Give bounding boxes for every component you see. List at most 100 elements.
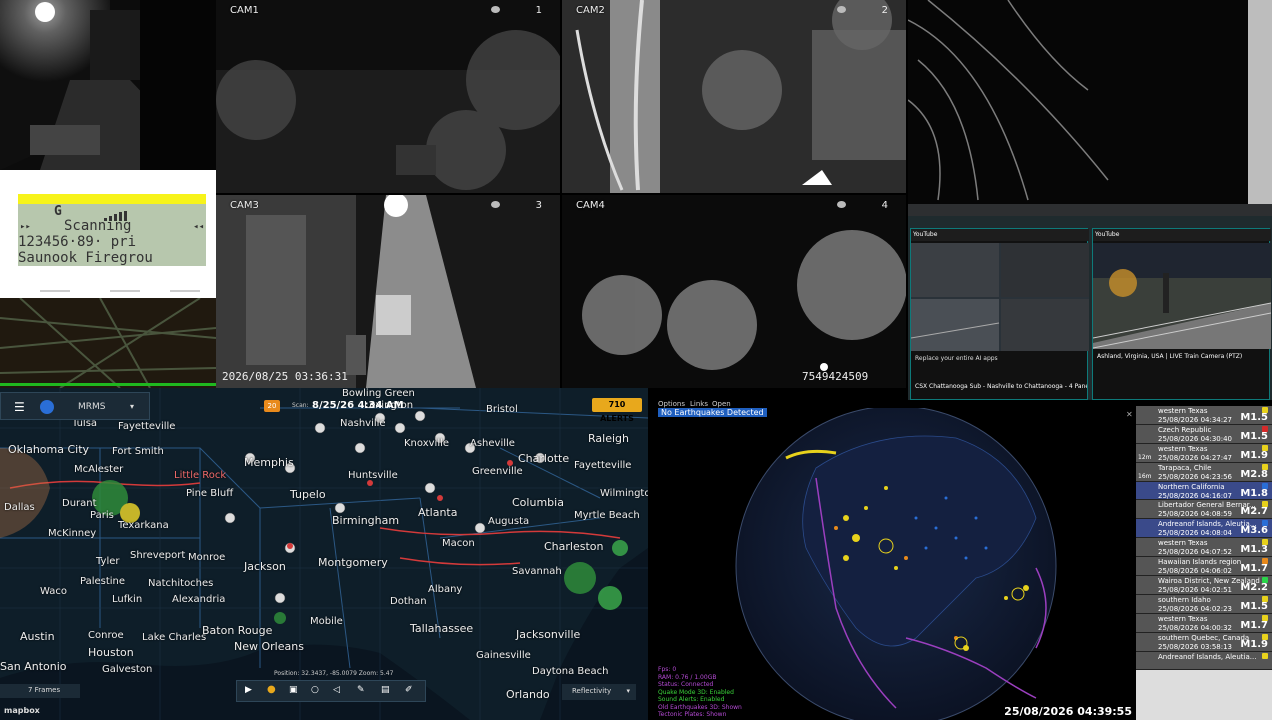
youtube-logo-icon: YouTube [1093, 229, 1271, 241]
cam2-feed[interactable]: CAM2 2 [562, 0, 906, 193]
list-item[interactable]: southern Idaho 25/08/2026 04:02:23 M1.5 [1136, 594, 1272, 614]
train-left-panel[interactable]: YouTube Replace your entire AI apps CSX … [910, 228, 1089, 400]
list-item[interactable]: western Texas 25/08/2026 04:07:52 M1.3 [1136, 538, 1272, 558]
city-label: Fort Smith [112, 446, 164, 457]
alerts-button[interactable]: 710 ALERTS [592, 398, 642, 423]
cam4-image [562, 195, 906, 388]
screenshot-icon[interactable]: ▣ [289, 685, 298, 695]
youtube-logo-icon: YouTube [911, 229, 1089, 241]
city-label: Dothan [390, 596, 427, 607]
city-label: Lake Charles [142, 632, 207, 643]
edit-icon[interactable]: ✐ [405, 685, 413, 695]
city-label: Monroe [188, 552, 226, 563]
cam4-feed[interactable]: CAM4 4 [562, 195, 906, 388]
list-item[interactable]: Czech Republic 25/08/2026 04:30:40 M1.5 [1136, 424, 1272, 444]
city-label: Natchitoches [148, 578, 214, 589]
city-label: Macon [442, 538, 475, 549]
city-label: Knoxville [404, 438, 450, 449]
quake-timestamp: 25/08/2026 04:39:55 [1004, 705, 1132, 718]
list-item[interactable]: western Texas 25/08/2026 04:34:27 M1.5 [1136, 406, 1272, 425]
polygon-tool-icon[interactable]: ◁ [333, 685, 340, 695]
train-right-panel[interactable]: YouTube Ashland, Virginia, USA | LIVE Tr… [1092, 228, 1271, 400]
city-label: Tallahassee [410, 622, 474, 635]
stat-line: Fps: 0 [658, 666, 677, 673]
city-label: San Antonio [0, 660, 67, 673]
city-label: Charleston [544, 540, 604, 553]
list-item[interactable]: Northern California 25/08/2026 04:16:07 M1… [1136, 481, 1272, 501]
city-label: Alexandria [172, 594, 226, 605]
scanner-mode: G [54, 204, 62, 219]
city-label: Pine Bluff [186, 488, 234, 499]
list-item[interactable]: Andreanof Islands, Aleutia... [1136, 651, 1272, 671]
layer-select[interactable]: Reflectivity ▾ [562, 684, 636, 700]
cam3-image [216, 195, 560, 388]
cam4-number: 4 [881, 200, 888, 211]
city-label: Huntsville [348, 470, 398, 481]
cam1-feed[interactable]: CAM1 1 [216, 0, 560, 193]
list-item[interactable]: 12m western Texas 25/08/2026 04:27:47 M1.9 [1136, 443, 1272, 463]
city-label: Charlotte [518, 452, 570, 465]
city-label: Columbia [512, 496, 564, 509]
layer-label: Reflectivity [572, 687, 612, 695]
train-right-title: Ashland, Virginia, USA | LIVE Train Came… [1097, 353, 1243, 360]
list-item[interactable]: Andreanof Islands, Aleutia... 25/08/2026 … [1136, 519, 1272, 539]
frames-select[interactable]: 7 Frames [0, 684, 80, 698]
city-label: New Orleans [234, 640, 304, 653]
city-label: Paris [90, 510, 114, 521]
location-pin-icon[interactable]: ● [267, 684, 276, 695]
cam2-number: 2 [881, 5, 888, 16]
menu-icon[interactable]: ☰ [14, 400, 25, 414]
earthquake-list[interactable]: western Texas 25/08/2026 04:34:27 M1.5 Cze… [1136, 406, 1272, 720]
list-item[interactable]: Hawaiian Islands region 25/08/2026 04:06:… [1136, 557, 1272, 577]
pencil-icon[interactable]: ✎ [357, 685, 365, 695]
cam3-feed[interactable]: CAM3 3 [216, 195, 560, 388]
city-label: Oklahoma City [8, 443, 90, 456]
cam3-record-icon [491, 201, 500, 208]
city-label: Lufkin [112, 594, 143, 605]
close-icon[interactable]: ✕ [1126, 410, 1133, 419]
cam1-image [216, 0, 560, 193]
map-icon[interactable]: ▤ [381, 685, 390, 695]
list-item[interactable]: 16m Tarapaca, Chile 25/08/2026 04:23:56 M2.… [1136, 462, 1272, 482]
city-label: Tyler [96, 556, 120, 567]
list-item[interactable]: Libertador General Bernar... 25/08/2026 0… [1136, 500, 1272, 520]
radar-product-select[interactable]: MRMS [78, 402, 106, 412]
city-label: Bristol [486, 404, 518, 415]
list-item[interactable]: southern Quebec, Canada 25/08/2026 03:58:… [1136, 632, 1272, 652]
links-menu[interactable]: Links [690, 400, 708, 408]
city-label: Memphis [244, 456, 294, 469]
scanner-right-arrows-icon: ◂◂ [193, 222, 204, 232]
scanner-left-arrows-icon: ▸▸ [20, 222, 31, 232]
quake-status: No Earthquakes Detected [658, 408, 767, 417]
scanner-status: Scanning [64, 218, 132, 234]
city-label: McAlester [74, 464, 124, 475]
stat-line: Sound Alerts: Enabled [658, 696, 725, 703]
train-left-title: CSX Chattanooga Sub - Nashville to Chatt… [915, 383, 1087, 390]
cam3-number: 3 [535, 200, 542, 211]
train-left-ad: Replace your entire AI apps [915, 355, 998, 362]
city-label: Fayetteville [574, 460, 632, 471]
radio-scanner-display: G ▸▸ Scanning ◂◂ 123456·89· pri Saunook … [0, 170, 216, 298]
cam2-image [562, 0, 906, 193]
chevron-down-icon[interactable]: ▾ [130, 402, 134, 411]
options-menu[interactable]: Options [658, 400, 685, 408]
circle-tool-icon[interactable]: ○ [311, 685, 319, 695]
city-label: Waco [40, 586, 67, 597]
cam1-record-icon [491, 6, 500, 13]
city-label: Texarkana [118, 520, 169, 531]
city-label: Nashville [340, 418, 386, 429]
play-icon[interactable]: ▶ [245, 685, 252, 695]
list-item[interactable]: Wairoa District, New Zealand 25/08/2026 0… [1136, 576, 1272, 595]
city-label: Greenville [472, 466, 523, 477]
radar-map[interactable]: Tulsa Fayetteville Oklahoma City Fort Sm… [0, 388, 648, 720]
city-label: Birmingham [332, 514, 400, 527]
cam4-record-icon [837, 201, 846, 208]
scan-label: Scan: [292, 402, 309, 409]
earthquake-globe-panel[interactable]: No Earthquakes Detected Fps: 0 RAM: 0.76… [656, 408, 1136, 720]
city-label: Augusta [488, 516, 530, 527]
open-menu[interactable]: Open [712, 400, 731, 408]
scanner-frequency: 123456·89· pri [18, 234, 137, 250]
list-item[interactable]: western Texas 25/08/2026 04:00:32 M1.7 [1136, 613, 1272, 633]
radar-badge: 20 [264, 400, 280, 412]
power-icon[interactable] [40, 400, 54, 414]
